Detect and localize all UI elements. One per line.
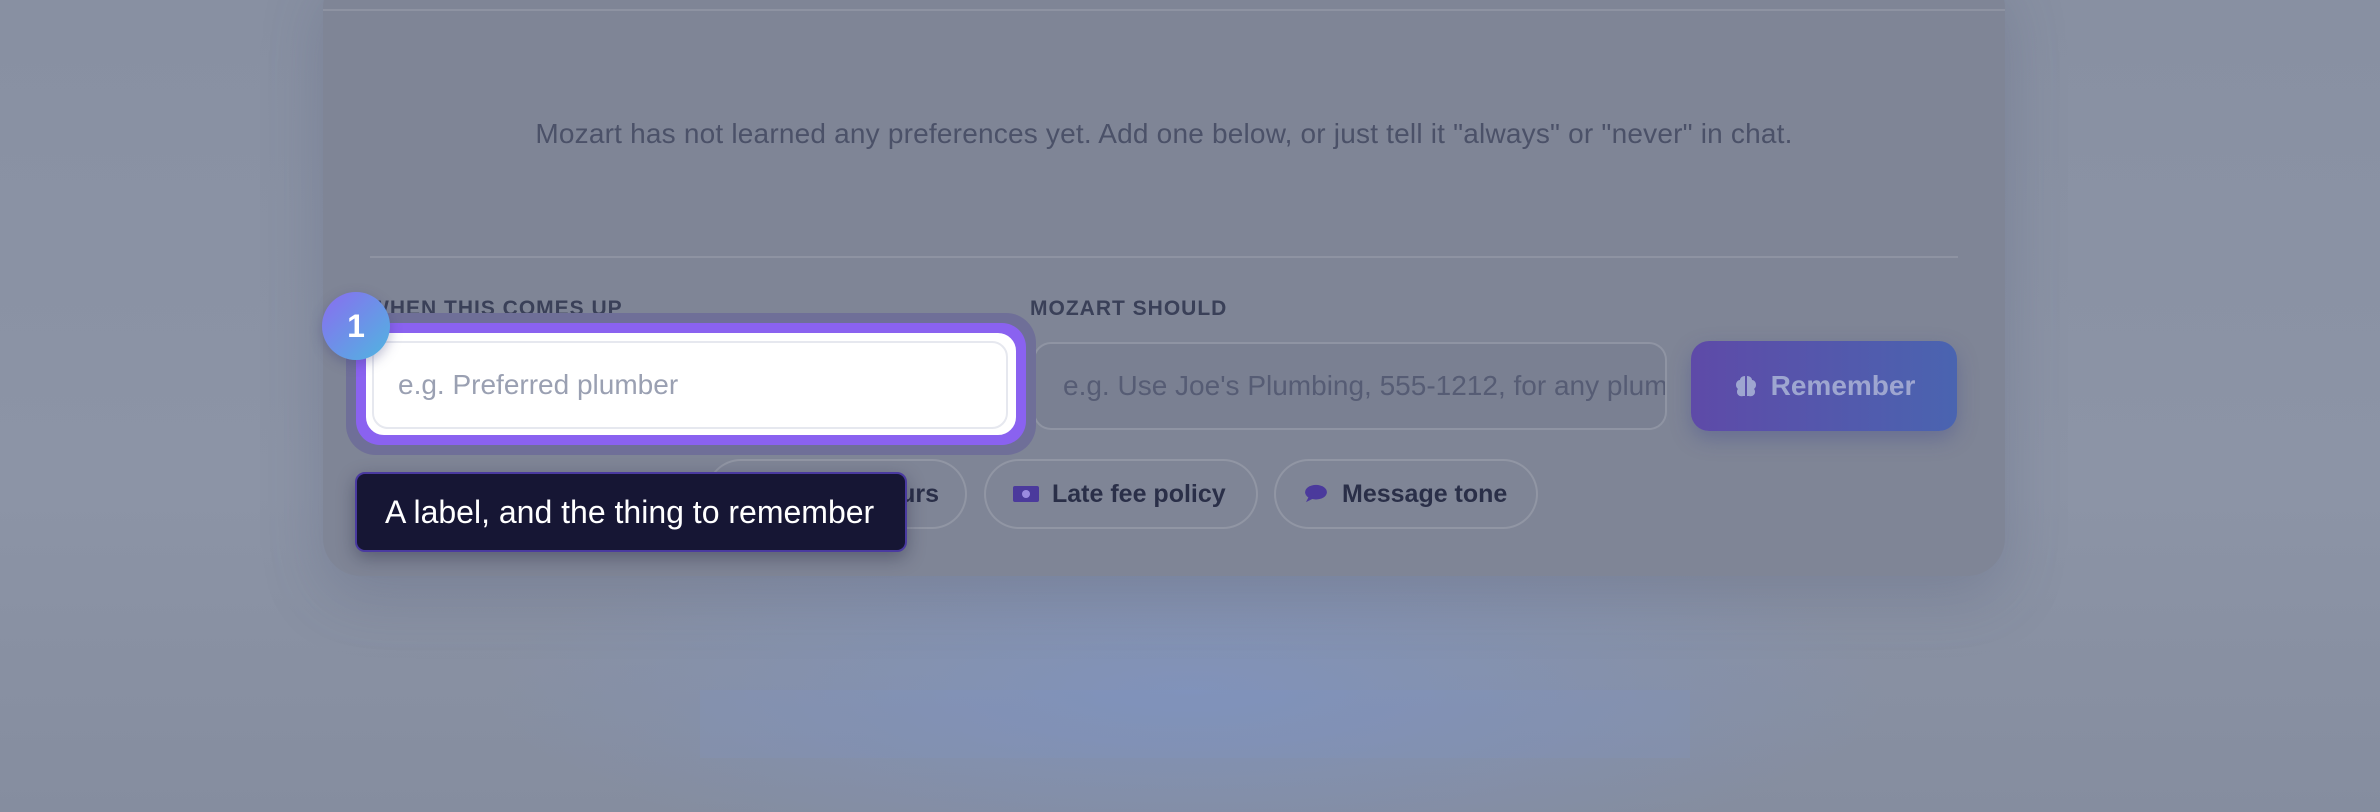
remember-button-label: Remember	[1770, 370, 1916, 401]
tour-tooltip: A label, and the thing to remember	[355, 472, 907, 552]
chip-label: Late fee policy	[1052, 479, 1226, 508]
money-icon	[1013, 486, 1039, 502]
section-divider	[370, 256, 1958, 258]
tour-step-badge: 1	[322, 292, 390, 360]
empty-state-message: Mozart has not learned any preferences y…	[535, 118, 1793, 149]
remember-button[interactable]: Remember	[1691, 341, 1957, 431]
brain-icon	[1735, 376, 1756, 397]
should-input[interactable]: e.g. Use Joe's Plumbing, 555-1212, for a…	[1033, 342, 1667, 430]
chip-message-tone[interactable]: Message tone	[1274, 459, 1538, 529]
should-label: MOZART SHOULD	[1030, 297, 1228, 320]
chip-label: Message tone	[1342, 479, 1508, 508]
speech-bubble-icon	[1305, 484, 1327, 503]
backdrop-glow	[700, 690, 1690, 758]
chip-late-fee-policy[interactable]: Late fee policy	[984, 459, 1258, 529]
when-input[interactable]: e.g. Preferred plumber	[372, 341, 1008, 429]
card-top-divider	[323, 9, 2005, 11]
